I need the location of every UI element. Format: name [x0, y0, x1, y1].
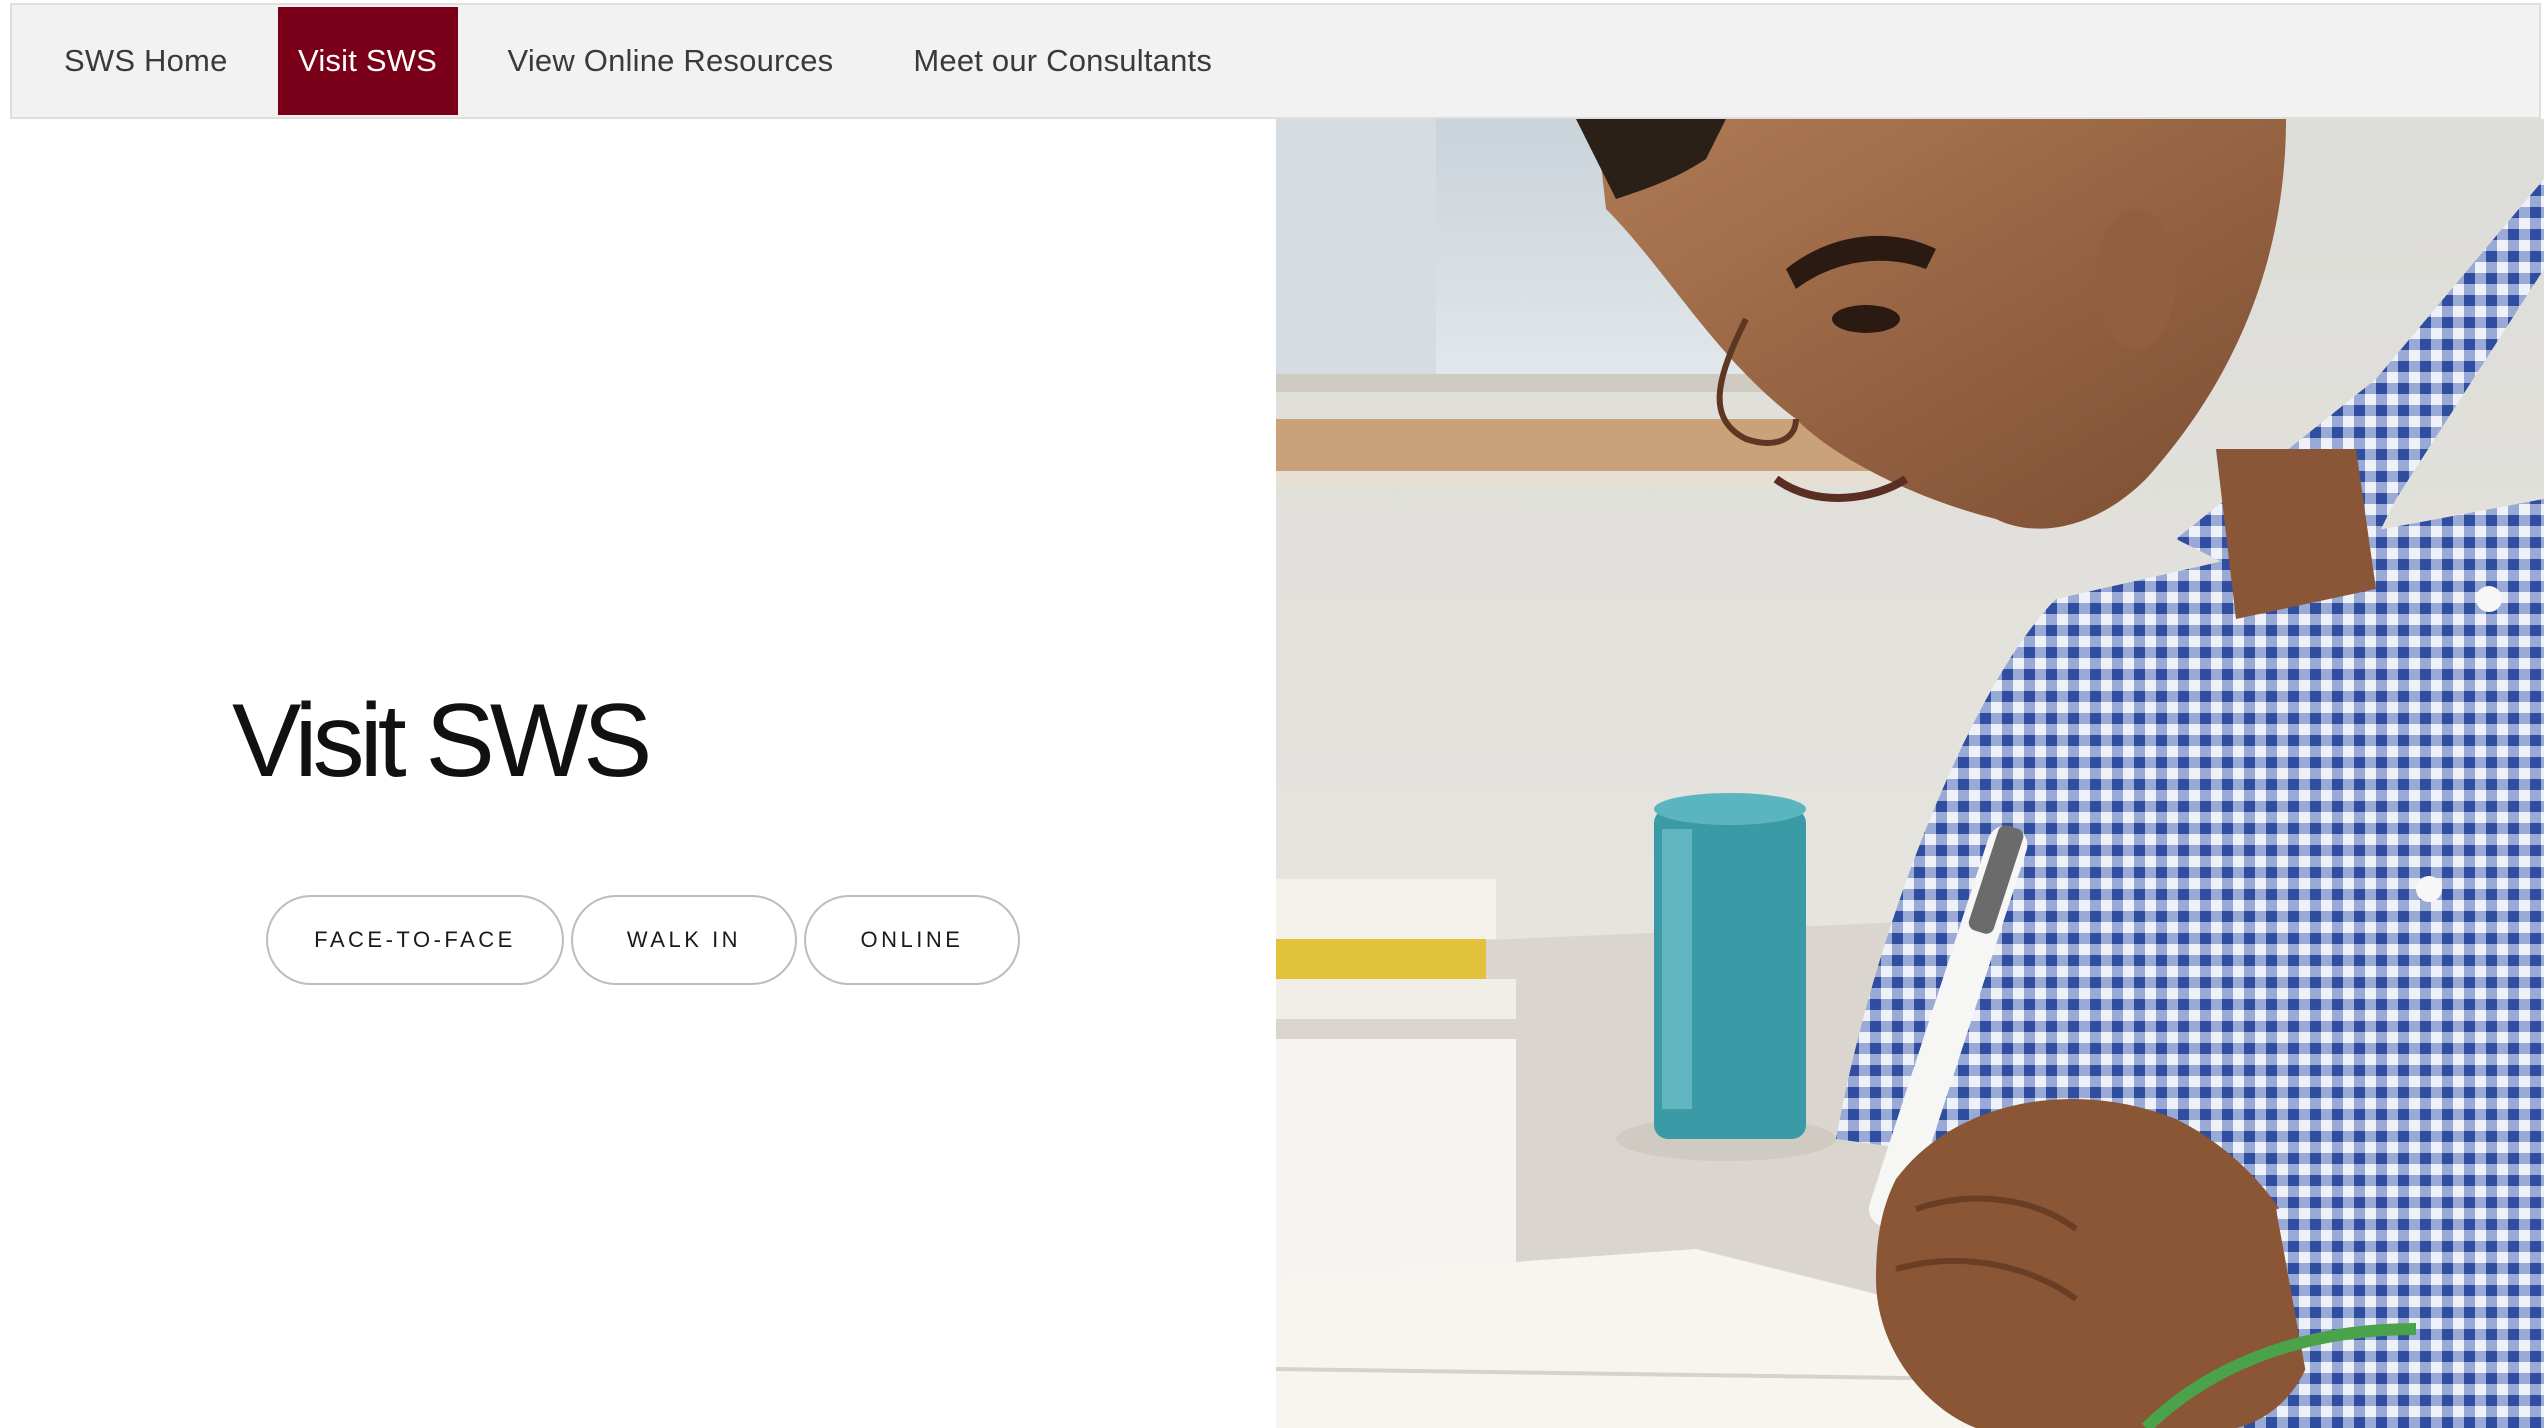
nav-sws-home[interactable]: SWS Home — [34, 7, 258, 115]
walk-in-button[interactable]: WALK IN — [571, 895, 797, 985]
page-title: Visit SWS — [232, 683, 652, 799]
top-navigation: SWS Home Visit SWS View Online Resources… — [10, 3, 2541, 119]
face-to-face-button[interactable]: FACE-TO-FACE — [266, 895, 564, 985]
nav-visit-sws[interactable]: Visit SWS — [277, 7, 458, 115]
visit-options: FACE-TO-FACE WALK IN ONLINE — [266, 895, 1020, 985]
online-button[interactable]: ONLINE — [804, 895, 1020, 985]
hero-content: Visit SWS FACE-TO-FACE WALK IN ONLINE — [0, 119, 1276, 1428]
nav-view-online-resources[interactable]: View Online Resources — [478, 7, 864, 115]
hero-photo-student-writing — [1276, 119, 2544, 1428]
nav-meet-our-consultants[interactable]: Meet our Consultants — [883, 7, 1242, 115]
